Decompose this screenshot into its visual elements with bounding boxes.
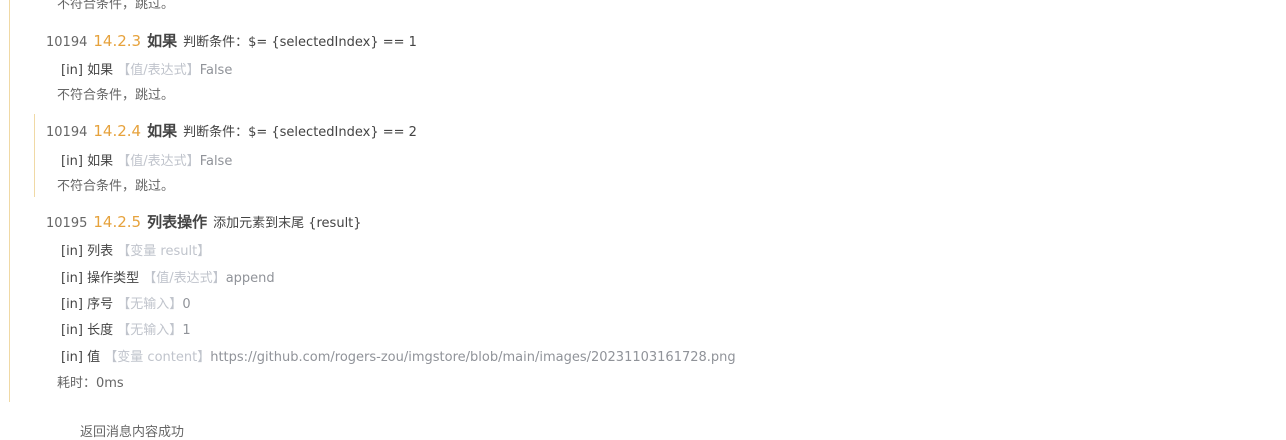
param-name: 序号 (87, 297, 114, 312)
log-block-14-2-4: 10194 14.2.4 如果 判断条件：$= {selectedIndex} … (34, 114, 1234, 197)
param-name: 长度 (87, 323, 114, 338)
param-tag: [in] (61, 350, 83, 365)
param-hint: 【值/表达式】 (117, 154, 200, 169)
image-url-value[interactable]: https://github.com/rogers-zou/imgstore/b… (210, 350, 735, 365)
step-title: 列表操作 (147, 213, 208, 231)
line-number: 10194 (46, 125, 88, 140)
param-value: False (199, 154, 233, 169)
outer-log-bar (9, 0, 10, 402)
param-name: 操作类型 (87, 271, 140, 286)
param-name: 值 (87, 350, 101, 365)
param-tag: [in] (61, 323, 83, 338)
param-tag: [in] (61, 63, 83, 78)
step-title: 如果 (147, 32, 178, 50)
log-block-14-2-3: 10194 14.2.3 如果 判断条件：$= {selectedIndex} … (34, 24, 1234, 104)
param-row: [in] 长度 【无输入】1 (61, 319, 191, 338)
step-number[interactable]: 14.2.4 (93, 122, 141, 140)
param-tag: [in] (61, 154, 83, 169)
param-row: [in] 如果 【值/表达式】False (61, 150, 232, 169)
log-block-14-2-5: 10195 14.2.5 列表操作 添加元素到末尾 {result} [in] … (34, 204, 1234, 394)
step-number[interactable]: 14.2.3 (93, 32, 141, 50)
param-row: [in] 列表 【变量 result】 (61, 240, 210, 259)
param-value: append (225, 271, 275, 286)
next-log-text-cut: 返回消息内容成功 (80, 425, 185, 440)
param-hint: 【无输入】 (117, 297, 183, 312)
step-title: 如果 (147, 122, 178, 140)
step-description: 判断条件：$= {selectedIndex} == 1 (183, 35, 417, 50)
param-row: [in] 序号 【无输入】0 (61, 293, 191, 312)
param-name: 列表 (87, 244, 114, 259)
param-tag: [in] (61, 271, 83, 286)
param-row: [in] 值 【变量 content】https://github.com/ro… (61, 346, 736, 365)
step-number[interactable]: 14.2.5 (93, 213, 141, 231)
param-value: 0 (182, 297, 191, 312)
line-number: 10194 (46, 35, 88, 50)
param-value: 1 (182, 323, 191, 338)
step-description: 判断条件：$= {selectedIndex} == 2 (183, 125, 417, 140)
param-hint: 【值/表达式】 (143, 271, 226, 286)
param-hint: 【变量 content】 (104, 350, 211, 365)
block-bar (34, 114, 35, 197)
param-tag: [in] (61, 297, 83, 312)
param-row: [in] 操作类型 【值/表达式】append (61, 267, 275, 286)
skip-note: 不符合条件，跳过。 (57, 179, 175, 194)
param-value: False (199, 63, 233, 78)
param-hint: 【变量 result】 (117, 244, 211, 259)
param-name: 如果 (87, 63, 114, 78)
elapsed-time: 耗时：0ms (57, 376, 124, 391)
skip-note-top: 不符合条件，跳过。 (57, 0, 175, 12)
skip-note: 不符合条件，跳过。 (57, 88, 175, 103)
param-name: 如果 (87, 154, 114, 169)
step-description: 添加元素到末尾 {result} (213, 216, 362, 231)
param-hint: 【无输入】 (117, 323, 183, 338)
param-row: [in] 如果 【值/表达式】False (61, 59, 232, 78)
param-tag: [in] (61, 244, 83, 259)
param-hint: 【值/表达式】 (117, 63, 200, 78)
line-number: 10195 (46, 216, 88, 231)
